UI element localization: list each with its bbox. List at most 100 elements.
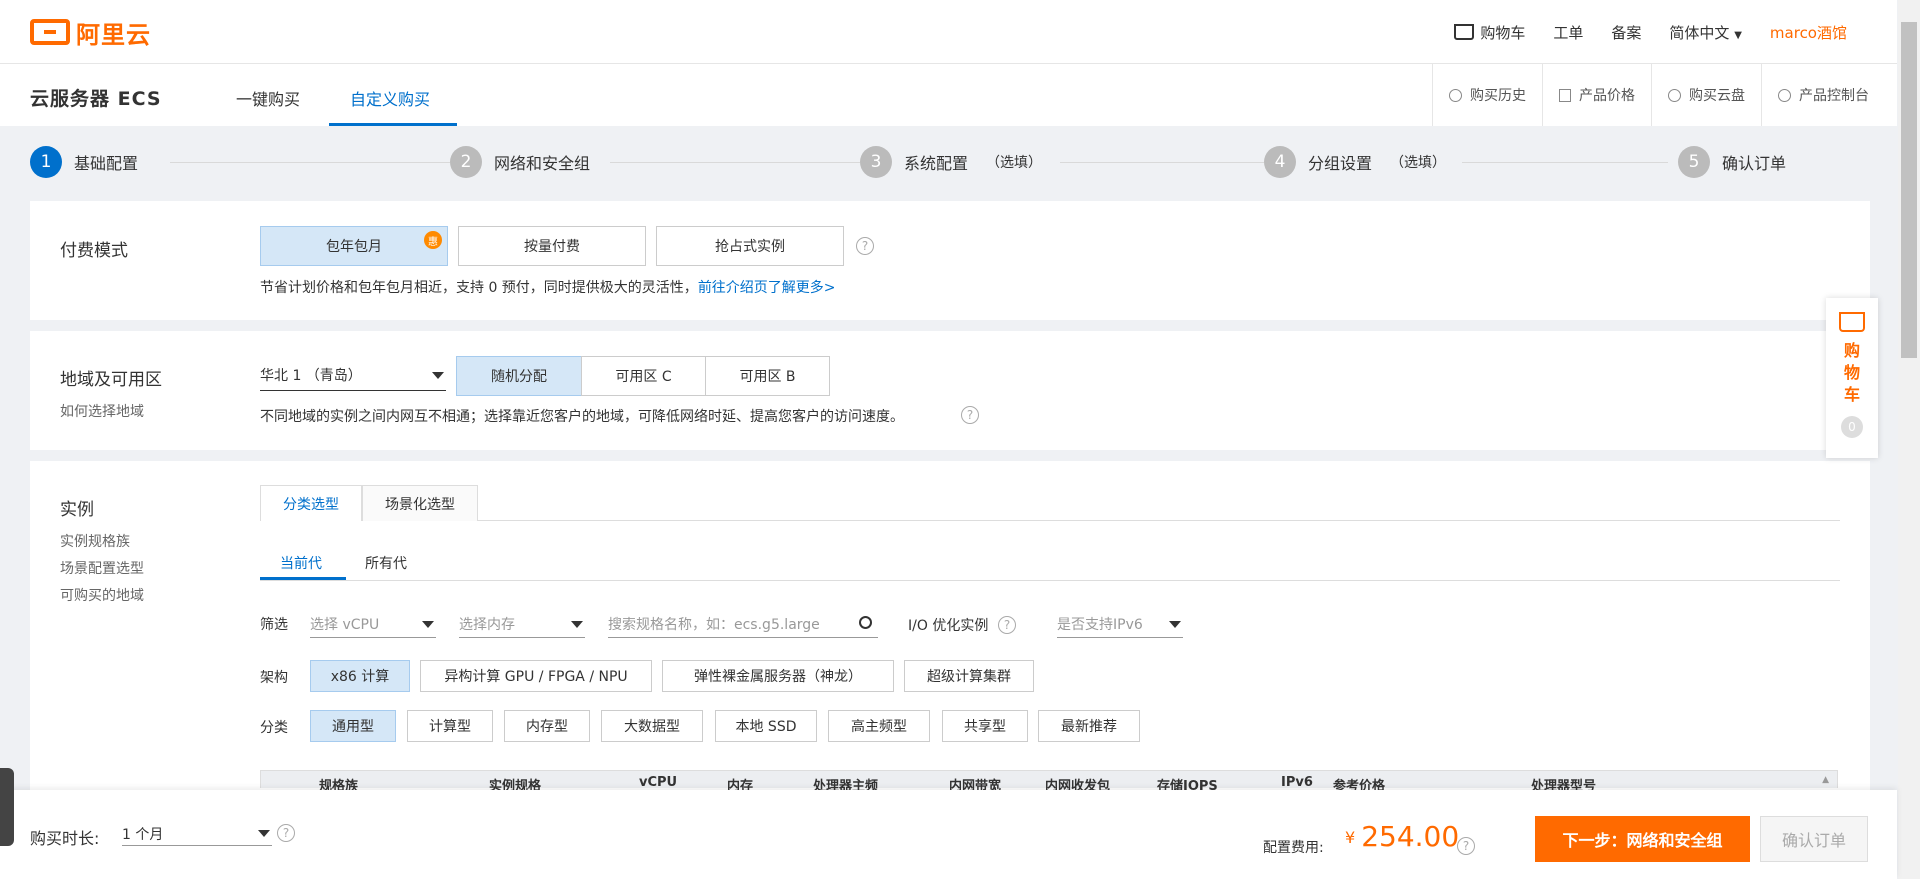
region-select[interactable]: 华北 1 （青岛） xyxy=(260,365,446,391)
cart-icon xyxy=(1839,312,1865,332)
category-shared[interactable]: 共享型 xyxy=(942,710,1028,742)
filter-label: 筛选 xyxy=(260,617,288,633)
step-4: 4 分组设置 （选填） xyxy=(1264,146,1457,178)
link-product-price[interactable]: 产品价格 xyxy=(1542,64,1651,126)
th-ipv6[interactable]: IPv6 xyxy=(1281,775,1313,790)
floating-cart-label: 购物车 xyxy=(1844,341,1861,404)
instance-link-regions[interactable]: 可购买的地域 xyxy=(60,585,144,605)
purchase-footer: 购买时长: 1 个月 ? 配置费用: ¥254.00 ? 下一步：网络和安全组 … xyxy=(0,790,1897,879)
instance-link-scenario[interactable]: 场景配置选型 xyxy=(60,558,144,578)
step-divider xyxy=(170,162,460,163)
confirm-order-button[interactable]: 确认订单 xyxy=(1760,816,1868,862)
search-placeholder: 搜索规格名称，如：ecs.g5.large xyxy=(608,617,820,633)
top-bar: 阿里云 购物车 工单 备案 简体中文 ▼ marco酒馆 xyxy=(0,0,1897,64)
scrollbar-thumb[interactable] xyxy=(1901,22,1917,358)
nav-icp[interactable]: 备案 xyxy=(1611,22,1641,43)
category-general[interactable]: 通用型 xyxy=(310,710,396,742)
arch-heterogeneous[interactable]: 异构计算 GPU / FPGA / NPU xyxy=(420,660,652,692)
link-label: 产品价格 xyxy=(1579,88,1635,104)
arch-bare-metal[interactable]: 弹性裸金属服务器（神龙） xyxy=(662,660,894,692)
billing-option-payg[interactable]: 按量付费 xyxy=(458,226,646,266)
step-label: 分组设置 xyxy=(1308,154,1373,173)
step-number: 5 xyxy=(1678,146,1710,178)
help-icon[interactable]: ? xyxy=(277,824,295,842)
memory-select[interactable]: 选择内存 xyxy=(459,614,585,638)
tab-category-select[interactable]: 分类选型 xyxy=(260,485,362,521)
cost-label: 配置费用: xyxy=(1263,840,1324,856)
top-nav: 购物车 工单 备案 简体中文 ▼ marco酒馆 xyxy=(1454,22,1847,43)
vcpu-select[interactable]: 选择 vCPU xyxy=(310,614,436,638)
arch-super-computing[interactable]: 超级计算集群 xyxy=(904,660,1034,692)
category-big-data[interactable]: 大数据型 xyxy=(601,710,703,742)
clock-icon xyxy=(1449,88,1462,102)
spec-search-input[interactable]: 搜索规格名称，如：ecs.g5.large xyxy=(608,614,878,638)
document-icon xyxy=(1559,88,1571,102)
link-buy-disk[interactable]: 购买云盘 xyxy=(1651,64,1761,126)
nav-cart-label: 购物车 xyxy=(1480,24,1526,42)
product-links: 购买历史 产品价格 购买云盘 产品控制台 xyxy=(1432,64,1897,126)
category-memory[interactable]: 内存型 xyxy=(504,710,590,742)
gear-icon xyxy=(1778,88,1791,102)
link-label: 购买历史 xyxy=(1470,88,1526,104)
category-latest[interactable]: 最新推荐 xyxy=(1038,710,1140,742)
spec-table-header: 规格族 实例规格 vCPU 内存 处理器主频 内网带宽 内网收发包 存储IOPS… xyxy=(260,770,1838,794)
nav-language[interactable]: 简体中文 ▼ xyxy=(1669,22,1742,43)
chevron-down-icon xyxy=(422,621,434,628)
logo-icon xyxy=(30,19,70,45)
region-help-link[interactable]: 如何选择地域 xyxy=(60,401,144,421)
cost-amount: 254.00 xyxy=(1361,820,1460,853)
tab-all-gen[interactable]: 所有代 xyxy=(365,553,407,573)
collapse-icon[interactable]: ▲ xyxy=(1822,775,1829,785)
tab-current-gen[interactable]: 当前代 xyxy=(280,553,322,573)
nav-cart[interactable]: 购物车 xyxy=(1454,22,1525,43)
arch-x86[interactable]: x86 计算 xyxy=(310,660,410,692)
nav-user[interactable]: marco酒馆 xyxy=(1770,22,1847,43)
billing-option-subscription[interactable]: 包年包月 xyxy=(260,226,448,266)
side-widget[interactable] xyxy=(0,768,14,846)
active-tab-underline xyxy=(329,123,457,126)
tab-quick-buy[interactable]: 一键购买 xyxy=(236,86,300,110)
chevron-down-icon xyxy=(258,830,270,837)
link-console[interactable]: 产品控制台 xyxy=(1761,64,1897,126)
search-icon[interactable] xyxy=(859,616,872,629)
ipv6-select[interactable]: 是否支持IPv6 xyxy=(1057,614,1183,638)
nav-ticket[interactable]: 工单 xyxy=(1553,22,1583,43)
category-local-ssd[interactable]: 本地 SSD xyxy=(715,710,817,742)
th-vcpu[interactable]: vCPU xyxy=(639,775,677,790)
zone-b[interactable]: 可用区 B xyxy=(705,356,830,396)
category-label: 分类 xyxy=(260,720,288,736)
tab-custom-buy[interactable]: 自定义购买 xyxy=(350,86,430,110)
help-icon[interactable]: ? xyxy=(1457,837,1475,855)
memory-placeholder: 选择内存 xyxy=(459,617,515,633)
instance-link-family[interactable]: 实例规格族 xyxy=(60,531,130,551)
ipv6-placeholder: 是否支持IPv6 xyxy=(1057,617,1143,633)
step-indicator: 1 基础配置 2 网络和安全组 3 系统配置 （选填） 4 分组设置 （选填） 5 确认订单 xyxy=(30,146,1870,178)
duration-value: 1 个月 xyxy=(122,827,164,843)
next-step-button[interactable]: 下一步：网络和安全组 xyxy=(1535,816,1750,862)
floating-cart[interactable]: 购物车 0 xyxy=(1826,298,1878,458)
category-compute[interactable]: 计算型 xyxy=(407,710,493,742)
io-optimized-label: I/O 优化实例 xyxy=(908,618,989,634)
category-high-freq[interactable]: 高主频型 xyxy=(828,710,930,742)
billing-option-spot[interactable]: 抢占式实例 xyxy=(656,226,844,266)
arch-label: 架构 xyxy=(260,670,288,686)
tab-divider xyxy=(260,520,1840,521)
chevron-down-icon xyxy=(1169,621,1181,628)
billing-learn-more-link[interactable]: 前往介绍页了解更多> xyxy=(698,280,836,296)
step-number: 1 xyxy=(30,146,62,178)
zone-c[interactable]: 可用区 C xyxy=(581,356,706,396)
step-divider xyxy=(610,162,870,163)
billing-desc: 节省计划价格和包年包月相近，支持 0 预付，同时提供极大的灵活性，前往介绍页了解… xyxy=(260,277,836,297)
help-icon[interactable]: ? xyxy=(961,406,979,424)
duration-select[interactable]: 1 个月 xyxy=(122,820,272,846)
help-icon[interactable]: ? xyxy=(856,237,874,255)
aliyun-logo[interactable]: 阿里云 xyxy=(30,18,151,49)
step-1: 1 基础配置 xyxy=(30,146,138,178)
tab-scenario-select[interactable]: 场景化选型 xyxy=(362,485,478,521)
help-icon[interactable]: ? xyxy=(998,616,1016,634)
zone-random[interactable]: 随机分配 xyxy=(456,356,582,396)
step-2: 2 网络和安全组 xyxy=(450,146,601,178)
cart-count: 0 xyxy=(1841,416,1863,438)
page-scrollbar[interactable] xyxy=(1898,0,1920,879)
link-purchase-history[interactable]: 购买历史 xyxy=(1432,64,1542,126)
